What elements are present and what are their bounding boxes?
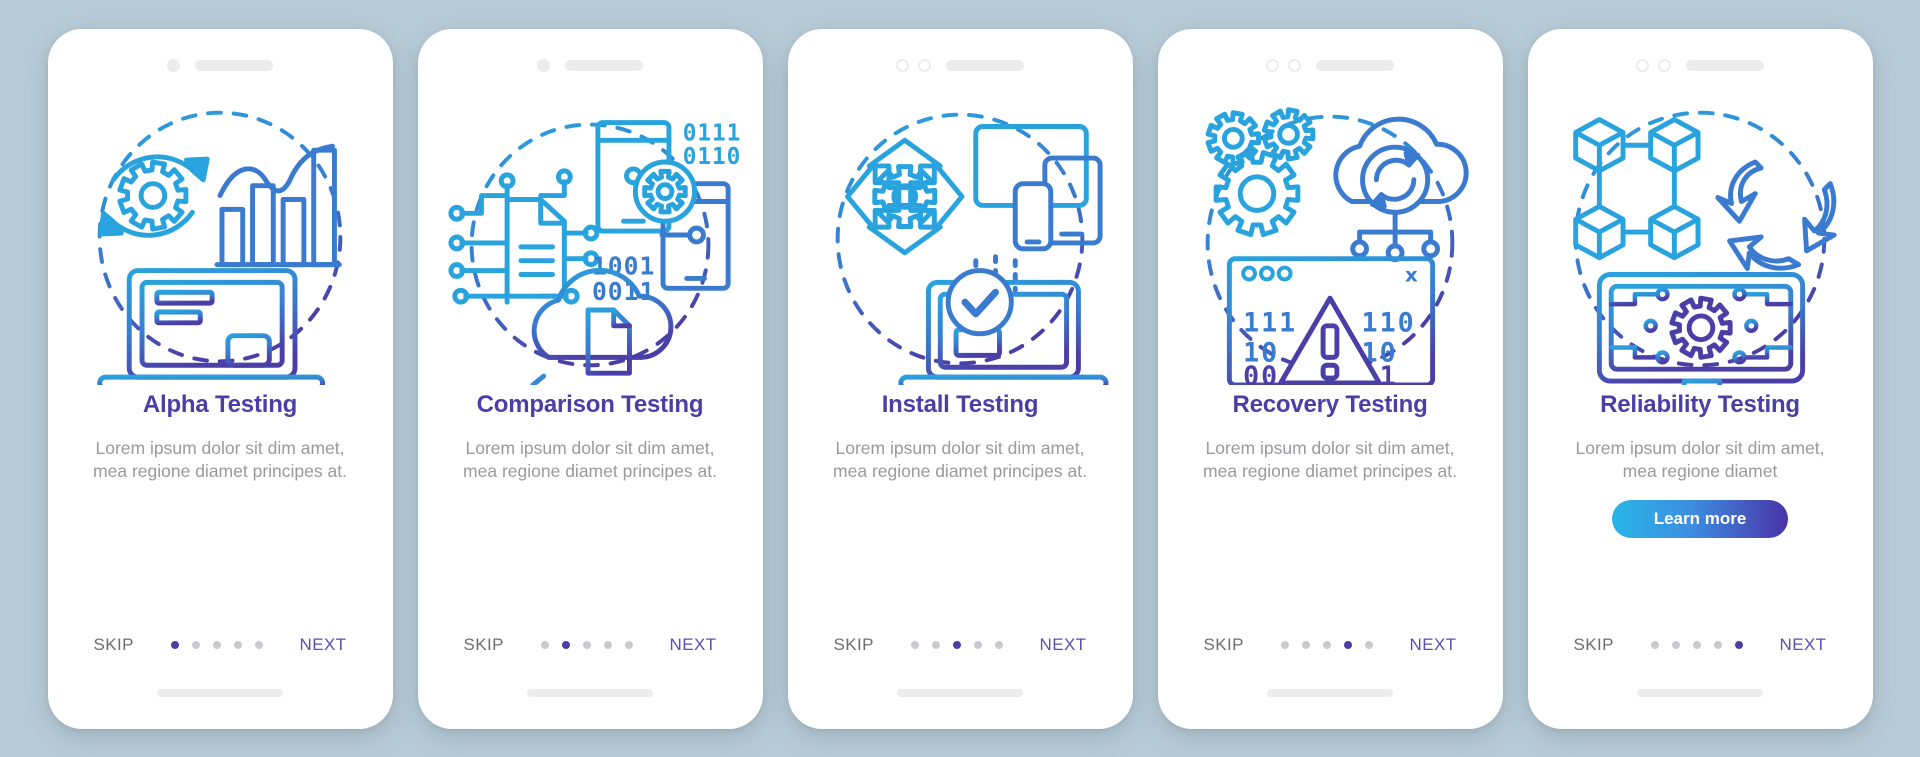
- home-indicator[interactable]: [897, 688, 1023, 697]
- pagination-dot-2[interactable]: [191, 640, 200, 649]
- pagination-dot-5[interactable]: [994, 640, 1003, 649]
- skip-button[interactable]: SKIP: [834, 635, 874, 655]
- illustration-gear-refresh-bar-chart-laptop: [70, 89, 370, 385]
- illustration-blockchain-recycle-monitor-circuit-gear: [1550, 89, 1850, 385]
- svg-text:x: x: [1405, 263, 1418, 286]
- pagination-dots: [1280, 640, 1373, 649]
- screen-description: Lorem ipsum dolor sit dim amet, mea regi…: [93, 437, 347, 482]
- phone-status-notch: [48, 29, 393, 87]
- skip-button[interactable]: SKIP: [1204, 635, 1244, 655]
- screen-title: Reliability Testing: [1600, 390, 1800, 418]
- phone-status-notch: [1158, 29, 1503, 87]
- pagination-dot-4[interactable]: [233, 640, 242, 649]
- pagination-dot-4[interactable]: [973, 640, 982, 649]
- speaker-grille: [565, 60, 643, 71]
- home-indicator[interactable]: [527, 688, 653, 697]
- screen-description: Lorem ipsum dolor sit dim amet, mea regi…: [463, 437, 717, 482]
- pagination-dot-4-active[interactable]: [1343, 640, 1352, 649]
- pagination-dot-1[interactable]: [910, 640, 919, 649]
- pagination-dot-2[interactable]: [1671, 640, 1680, 649]
- skip-button[interactable]: SKIP: [464, 635, 504, 655]
- pagination-dot-1[interactable]: [1280, 640, 1289, 649]
- screen-title: Comparison Testing: [476, 390, 704, 418]
- pagination-dots: [1650, 640, 1743, 649]
- onboarding-screens-row: Alpha Testing Lorem ipsum dolor sit dim a…: [0, 0, 1920, 757]
- screen-description: Lorem ipsum dolor sit dim amet, mea regi…: [1575, 437, 1825, 482]
- svg-text:0111: 0111: [683, 120, 740, 146]
- pagination-dot-2[interactable]: [931, 640, 940, 649]
- pagination-dot-3[interactable]: [212, 640, 221, 649]
- screen-title: Alpha Testing: [142, 390, 298, 418]
- next-button[interactable]: NEXT: [1040, 635, 1087, 655]
- pagination-dot-3[interactable]: [1692, 640, 1701, 649]
- onboarding-screen-1: Alpha Testing Lorem ipsum dolor sit dim a…: [47, 28, 393, 729]
- pagination-dot-4[interactable]: [1713, 640, 1722, 649]
- skip-button[interactable]: SKIP: [1574, 635, 1614, 655]
- onboarding-navigation: SKIP NEXT: [418, 635, 763, 655]
- camera-ring-icon: [1658, 59, 1671, 72]
- screen-title: Recovery Testing: [1232, 390, 1428, 418]
- speaker-grille: [946, 60, 1024, 71]
- camera-ring-icon: [1288, 59, 1301, 72]
- home-indicator[interactable]: [1267, 688, 1393, 697]
- camera-ring-icon: [896, 59, 909, 72]
- pagination-dot-5[interactable]: [624, 640, 633, 649]
- screen-description: Lorem ipsum dolor sit dim amet, mea regi…: [1203, 437, 1457, 482]
- home-indicator[interactable]: [1637, 688, 1763, 697]
- next-button[interactable]: NEXT: [1410, 635, 1457, 655]
- next-button[interactable]: NEXT: [670, 635, 717, 655]
- learn-more-button[interactable]: Learn more: [1612, 499, 1788, 538]
- speaker-grille: [195, 60, 273, 71]
- pagination-dot-1[interactable]: [1650, 640, 1659, 649]
- svg-text:110: 110: [1362, 307, 1416, 338]
- skip-button[interactable]: SKIP: [94, 635, 134, 655]
- camera-dot-icon: [537, 59, 550, 72]
- speaker-grille: [1316, 60, 1394, 71]
- camera-ring-icon: [1636, 59, 1649, 72]
- svg-text:0110: 0110: [683, 143, 740, 169]
- screen-title: Install Testing: [881, 390, 1039, 418]
- pagination-dot-1-active[interactable]: [170, 640, 179, 649]
- pagination-dot-5-active[interactable]: [1734, 640, 1743, 649]
- pagination-dot-2-active[interactable]: [561, 640, 570, 649]
- onboarding-screen-5: Reliability Testing Lorem ipsum dolor sit…: [1527, 28, 1873, 729]
- next-button[interactable]: NEXT: [1780, 635, 1827, 655]
- pagination-dot-3-active[interactable]: [952, 640, 961, 649]
- illustration-gear-arrows-devices-check-laptop: [810, 89, 1110, 385]
- onboarding-navigation: SKIP NEXT: [788, 635, 1133, 655]
- pagination-dot-3[interactable]: [582, 640, 591, 649]
- pagination-dot-5[interactable]: [1364, 640, 1373, 649]
- pagination-dot-1[interactable]: [540, 640, 549, 649]
- svg-text:0011: 0011: [592, 277, 655, 306]
- onboarding-navigation: SKIP NEXT: [1528, 635, 1873, 655]
- camera-dot-icon: [167, 59, 180, 72]
- onboarding-navigation: SKIP NEXT: [48, 635, 393, 655]
- phone-status-notch: [1528, 29, 1873, 87]
- next-button[interactable]: NEXT: [300, 635, 347, 655]
- illustration-document-network-binary-cloud: 0111 0110 1001 0011: [440, 89, 740, 385]
- home-indicator[interactable]: [157, 688, 283, 697]
- screen-description: Lorem ipsum dolor sit dim amet, mea regi…: [833, 437, 1087, 482]
- onboarding-navigation: SKIP NEXT: [1158, 635, 1503, 655]
- camera-ring-icon: [918, 59, 931, 72]
- phone-status-notch: [418, 29, 763, 87]
- onboarding-screen-2: 0111 0110 1001 0011 Comparison Testing Lo…: [417, 28, 763, 729]
- pagination-dots: [540, 640, 633, 649]
- onboarding-screen-4: x 111 10 00 110 10 11 Recovery Testing Lo…: [1157, 28, 1503, 729]
- pagination-dots: [170, 640, 263, 649]
- pagination-dot-2[interactable]: [1301, 640, 1310, 649]
- onboarding-screen-3: Install Testing Lorem ipsum dolor sit dim…: [787, 28, 1133, 729]
- pagination-dot-5[interactable]: [254, 640, 263, 649]
- svg-text:111: 111: [1243, 307, 1297, 338]
- pagination-dot-3[interactable]: [1322, 640, 1331, 649]
- pagination-dot-4[interactable]: [603, 640, 612, 649]
- svg-text:00: 00: [1243, 360, 1279, 384]
- pagination-dots: [910, 640, 1003, 649]
- illustration-gears-cloud-refresh-error-window: x 111 10 00 110 10 11: [1180, 89, 1480, 385]
- speaker-grille: [1686, 60, 1764, 71]
- camera-ring-icon: [1266, 59, 1279, 72]
- phone-status-notch: [788, 29, 1133, 87]
